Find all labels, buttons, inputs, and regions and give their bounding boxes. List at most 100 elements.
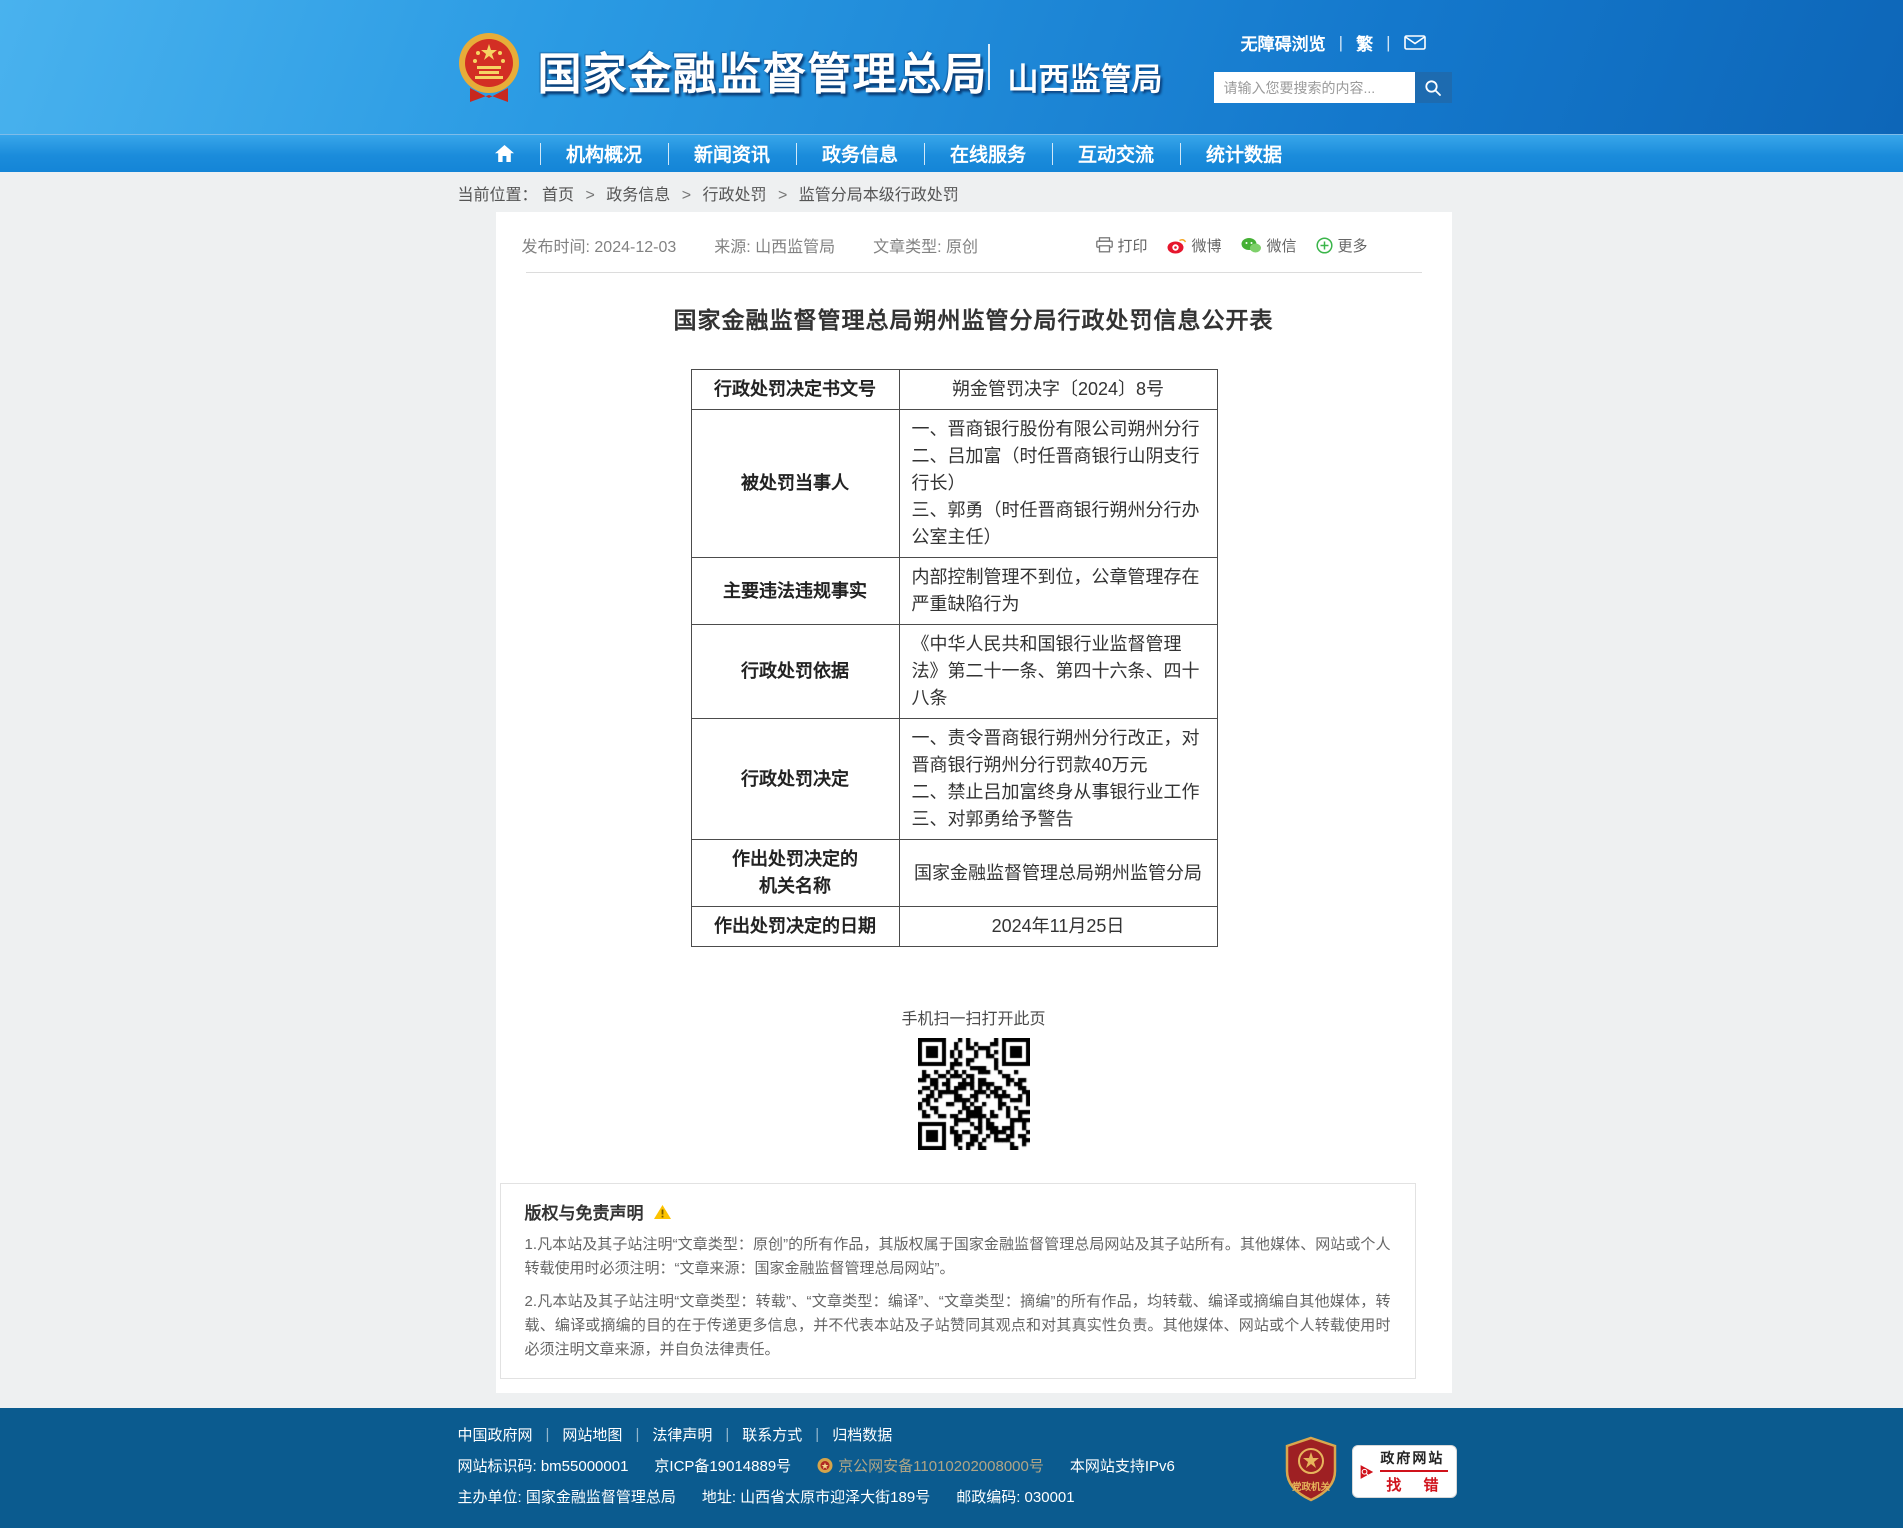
row-label: 行政处罚决定书文号 [691,370,899,410]
main-nav: 机构概况 新闻资讯 政务信息 在线服务 互动交流 统计数据 [0,134,1903,172]
print-button[interactable]: 打印 [1096,235,1147,256]
search-bar [1214,72,1452,103]
site-header: 国家金融监督管理总局 山西监管局 无障碍浏览 | 繁 | [0,0,1903,134]
party-badge: 党政机关 [1284,1436,1338,1504]
share-more-button[interactable]: 更多 [1316,235,1367,256]
footer-postcode: 邮政编码: 030001 [956,1486,1074,1507]
home-icon [494,144,515,163]
article-meta: 发布时间: 2024-12-03 来源: 山西监管局 文章类型: 原创 打印 [496,212,1452,272]
breadcrumb: 当前位置： 首页 > 政务信息 > 行政处罚 > 监管分局本级行政处罚 [452,172,1452,212]
check-badge-line1: 政府网站 [1380,1448,1447,1468]
nav-item-statistics[interactable]: 统计数据 [1180,143,1308,165]
search-input[interactable] [1214,72,1415,103]
row-label: 作出处罚决定的 机关名称 [691,840,899,907]
site-footer: 中国政府网 | 网站地图 | 法律声明 | 联系方式 | 归档数据 网站标识码:… [0,1408,1903,1528]
search-button[interactable] [1415,72,1452,103]
site-title: 国家金融监督管理总局 [538,38,988,102]
wechat-icon [1241,237,1262,254]
share-weibo-button[interactable]: 微博 [1167,235,1221,256]
site-id-code: 网站标识码: bm55000001 [458,1455,629,1476]
copyright-paragraph-2: 2.凡本站及其子站注明“文章类型：转载”、“文章类型：编译”、“文章类型：摘编”… [525,1290,1391,1362]
nav-item-news[interactable]: 新闻资讯 [668,143,796,165]
qr-code [918,1038,1030,1150]
table-row: 行政处罚依据 《中华人民共和国银行业监督管理法》第二十一条、第四十六条、四十八条 [691,625,1217,719]
police-badge-icon [817,1457,833,1474]
breadcrumb-separator: > [682,187,691,204]
national-emblem-icon [456,28,522,104]
row-label: 行政处罚决定 [691,719,899,840]
plus-circle-icon [1316,237,1333,254]
meta-divider [526,272,1422,273]
nav-item-home[interactable] [470,143,540,165]
publish-date: 发布时间: 2024-12-03 [522,233,677,257]
breadcrumb-separator: > [778,187,787,204]
table-row: 作出处罚决定的日期 2024年11月25日 [691,907,1217,947]
accessibility-link[interactable]: 无障碍浏览 [1241,30,1326,55]
article-card: 发布时间: 2024-12-03 来源: 山西监管局 文章类型: 原创 打印 [496,212,1452,1393]
row-value: 国家金融监督管理总局朔州监管分局 [899,840,1217,907]
row-value: 内部控制管理不到位，公章管理存在严重缺陷行为 [899,558,1217,625]
penalized-party-item: 三、郭勇（时任晋商银行朔州分行办公室主任） [912,497,1205,551]
article-source: 来源: 山西监管局 [714,233,835,257]
traditional-chinese-link[interactable]: 繁 [1356,30,1373,55]
search-icon [1424,79,1442,97]
breadcrumb-current[interactable]: 监管分局本级行政处罚 [799,187,959,204]
party-badge-label: 党政机关 [1291,1481,1330,1493]
copyright-paragraph-1: 1.凡本站及其子站注明“文章类型：原创”的所有作品，其版权属于国家金融监督管理总… [525,1233,1391,1281]
ipv6-support: 本网站支持IPv6 [1070,1455,1175,1476]
breadcrumb-home[interactable]: 首页 [542,187,574,204]
bureau-title: 山西监管局 [1008,54,1163,99]
row-value: 《中华人民共和国银行业监督管理法》第二十一条、第四十六条、四十八条 [899,625,1217,719]
nav-item-org-overview[interactable]: 机构概况 [540,143,668,165]
penalized-party-item: 一、晋商银行股份有限公司朔州分行 [912,416,1205,443]
mail-icon[interactable] [1404,35,1426,50]
copyright-notice: 版权与免责声明 1.凡本站及其子站注明“文章类型：原创”的所有作品，其版权属于国… [500,1183,1416,1379]
copyright-title: 版权与免责声明 [525,1199,644,1224]
qr-section: 手机扫一扫打开此页 [496,1005,1452,1150]
row-value: 一、责令晋商银行朔州分行改正，对晋商银行朔州分行罚款40万元 二、禁止吕加富终身… [899,719,1217,840]
weibo-icon [1167,237,1187,254]
row-value: 2024年11月25日 [899,907,1217,947]
printer-icon [1096,237,1113,253]
table-row: 行政处罚决定书文号 朔金管罚决字〔2024〕8号 [691,370,1217,410]
warning-icon [653,1204,672,1220]
weibo-label: 微博 [1191,235,1221,256]
site-error-report-badge[interactable]: 政府网站 找 错 [1352,1445,1457,1498]
row-value: 朔金管罚决字〔2024〕8号 [899,370,1217,410]
breadcrumb-penalty[interactable]: 行政处罚 [703,187,767,204]
penalty-decision-item: 三、对郭勇给予警告 [912,806,1205,833]
top-links-separator: | [1339,33,1343,53]
row-label: 被处罚当事人 [691,410,899,558]
more-label: 更多 [1337,235,1367,256]
top-links-separator: | [1386,33,1390,53]
breadcrumb-prefix: 当前位置： [458,187,538,204]
table-row: 作出处罚决定的 机关名称 国家金融监督管理总局朔州监管分局 [691,840,1217,907]
nav-item-online-service[interactable]: 在线服务 [924,143,1052,165]
breadcrumb-separator: > [585,187,594,204]
beian-number: 京公网安备11010202008000号 [838,1455,1044,1476]
penalty-decision-item: 一、责令晋商银行朔州分行改正，对晋商银行朔州分行罚款40万元 [912,725,1205,779]
title-divider [988,44,990,90]
row-label: 作出处罚决定的日期 [691,907,899,947]
row-value: 一、晋商银行股份有限公司朔州分行 二、吕加富（时任晋商银行山阴支行行长） 三、郭… [899,410,1217,558]
wechat-label: 微信 [1266,235,1296,256]
check-badge-divider [1380,1470,1447,1472]
public-security-filing[interactable]: 京公网安备11010202008000号 [817,1455,1044,1476]
penalty-decision-item: 二、禁止吕加富终身从事银行业工作 [912,779,1205,806]
footer-organizer: 主办单位: 国家金融监督管理总局 [458,1486,676,1507]
row-label: 行政处罚依据 [691,625,899,719]
page-title: 国家金融监督管理总局朔州监管分局行政处罚信息公开表 [496,301,1452,335]
check-badge-line2: 找 错 [1380,1474,1447,1495]
penalty-table: 行政处罚决定书文号 朔金管罚决字〔2024〕8号 被处罚当事人 一、晋商银行股份… [691,369,1218,947]
share-wechat-button[interactable]: 微信 [1241,235,1296,256]
breadcrumb-gov-info[interactable]: 政务信息 [606,187,670,204]
qr-caption: 手机扫一扫打开此页 [496,1005,1452,1029]
nav-item-interaction[interactable]: 互动交流 [1052,143,1180,165]
site-check-icon [1358,1455,1376,1489]
nav-item-gov-info[interactable]: 政务信息 [796,143,924,165]
print-label: 打印 [1117,235,1147,256]
article-type: 文章类型: 原创 [873,233,978,257]
table-row: 被处罚当事人 一、晋商银行股份有限公司朔州分行 二、吕加富（时任晋商银行山阴支行… [691,410,1217,558]
table-row: 主要违法违规事实 内部控制管理不到位，公章管理存在严重缺陷行为 [691,558,1217,625]
icp-number[interactable]: 京ICP备19014889号 [654,1455,791,1476]
